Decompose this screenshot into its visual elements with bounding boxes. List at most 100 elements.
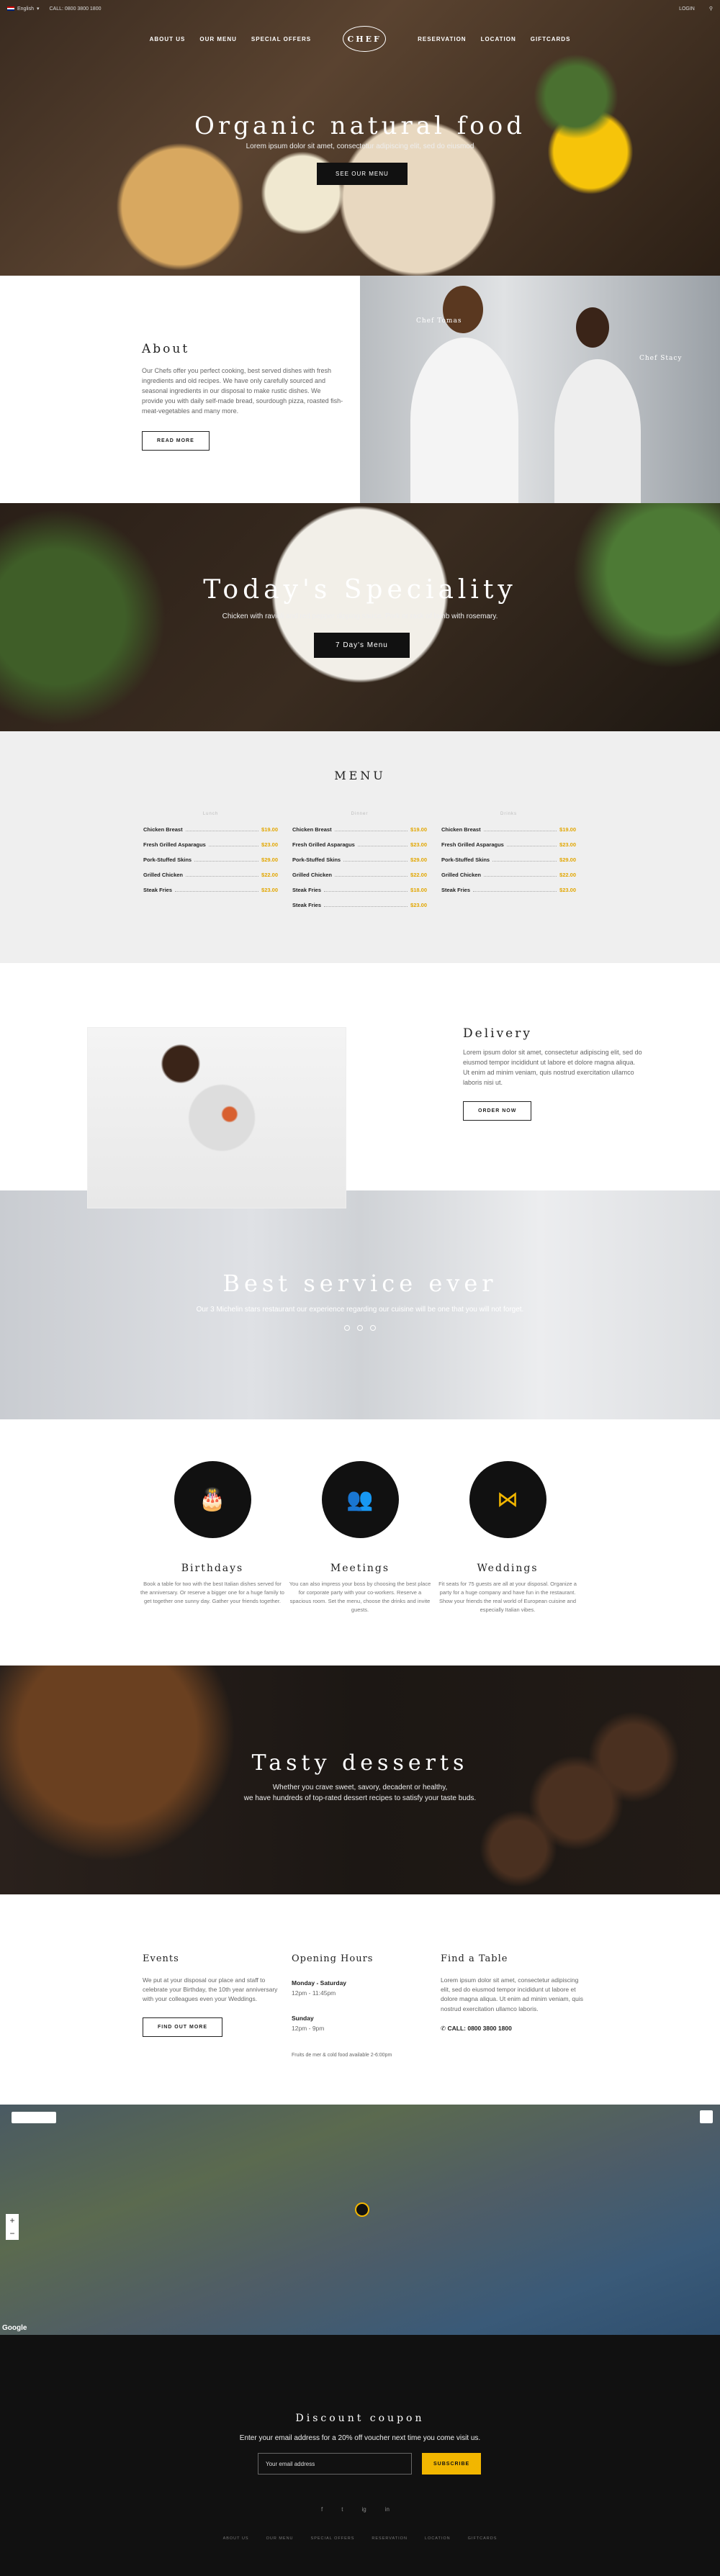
menu-item-price: $29.00 [410, 857, 427, 863]
menu-column-heading: Lunch [202, 812, 219, 816]
slider-dot[interactable] [344, 1325, 350, 1331]
google-logo: Google [2, 2324, 27, 2332]
top-phone[interactable]: CALL: 0800 3800 1800 [49, 6, 101, 12]
info-section: Events We put at your disposal our place… [0, 1894, 720, 2105]
menu-item-name: Chicken Breast [441, 826, 481, 833]
menu-item-dots [343, 861, 408, 862]
desserts-line-1: Whether you crave sweet, savory, decaden… [272, 1784, 448, 1791]
map-section[interactable]: + − Google [0, 2105, 720, 2335]
chevron-down-icon: ▾ [36, 6, 40, 12]
zoom-controls: + − [6, 2214, 19, 2240]
menu-item-name: Grilled Chicken [292, 872, 333, 878]
login-link[interactable]: LOGIN [679, 6, 695, 12]
service-title: Weddings [477, 1563, 539, 1574]
social-links: f t ig in [321, 2506, 390, 2513]
find-out-more-button[interactable]: FIND OUT MORE [143, 2017, 222, 2037]
map-type-button[interactable] [12, 2112, 56, 2123]
cake-icon: 🎂 [174, 1461, 251, 1538]
menu-item-name: Grilled Chicken [143, 872, 184, 878]
menu-item-name: Fresh Grilled Asparagus [292, 841, 355, 848]
menu-item-name: Chicken Breast [292, 826, 332, 833]
menu-item: Chicken Breast $19.00 [441, 826, 576, 833]
menu-item-price: $29.00 [261, 857, 278, 863]
events-text: We put at your disposal our place and st… [143, 1976, 278, 2003]
search-icon[interactable]: ⚲ [709, 6, 713, 12]
table-column: Find a Table Lorem ipsum dolor sit amet,… [441, 1953, 585, 2033]
footer-link[interactable]: LOCATION [425, 2536, 451, 2541]
seven-day-menu-button[interactable]: 7 Day's Menu [314, 633, 410, 658]
menu-item: Fresh Grilled Asparagus $23.00 [143, 841, 278, 848]
menu-item-price: $23.00 [559, 841, 576, 848]
service-title: Meetings [330, 1563, 390, 1574]
subscribe-button[interactable]: SUBSCRIBE [422, 2453, 482, 2475]
menu-item-dots [194, 861, 259, 862]
slider-dots [344, 1325, 376, 1331]
menu-item-name: Pork-Stuffed Skins [441, 857, 490, 863]
nav-reservation[interactable]: RESERVATION [418, 36, 466, 42]
hero-section: English ▾ CALL: 0800 3800 1800 LOGIN ⚲ A… [0, 0, 720, 276]
menu-item-price: $19.00 [559, 826, 576, 833]
language-label: English [17, 6, 34, 12]
menu-item-dots [324, 891, 408, 892]
nav-special-offers[interactable]: SPECIAL OFFERS [251, 36, 311, 42]
footer-link[interactable]: OUR MENU [266, 2536, 294, 2541]
hours-note: Fruits de mer & cold food available 2-6:… [292, 2053, 392, 2058]
slider-dot[interactable] [357, 1325, 363, 1331]
menu-title: MENU [334, 769, 386, 782]
hero-title: Organic natural food [194, 112, 526, 140]
footer-link[interactable]: GIFTCARDS [468, 2536, 498, 2541]
map-pin-icon[interactable] [355, 2202, 369, 2217]
nav-our-menu[interactable]: OUR MENU [199, 36, 237, 42]
footer-link[interactable]: SPECIAL OFFERS [311, 2536, 355, 2541]
menu-item-price: $19.00 [261, 826, 278, 833]
footer-link[interactable]: RESERVATION [372, 2536, 408, 2541]
menu-item: Pork-Stuffed Skins $29.00 [143, 857, 278, 863]
site-logo[interactable]: CHEF [343, 26, 387, 52]
order-now-button[interactable]: ORDER NOW [463, 1101, 532, 1121]
zoom-in-icon[interactable]: + [6, 2214, 19, 2227]
fullscreen-icon[interactable] [700, 2110, 713, 2123]
events-title: Events [143, 1953, 179, 1964]
nav-location[interactable]: LOCATION [481, 36, 516, 42]
menu-item-price: $23.00 [261, 887, 278, 893]
table-phone[interactable]: CALL: 0800 3800 1800 [448, 2025, 512, 2032]
nav-about-us[interactable]: ABOUT US [150, 36, 186, 42]
menu-item-price: $23.00 [261, 841, 278, 848]
speciality-title: Today's Speciality [203, 575, 517, 605]
footer-nav: ABOUT US OUR MENU SPECIAL OFFERS RESERVA… [0, 2536, 720, 2541]
email-input[interactable] [258, 2453, 412, 2475]
nav-giftcards[interactable]: GIFTCARDS [531, 36, 571, 42]
menu-item-dots [484, 876, 557, 877]
menu-item-name: Fresh Grilled Asparagus [441, 841, 504, 848]
instagram-icon[interactable]: ig [361, 2506, 366, 2513]
subscribe-form: SUBSCRIBE [258, 2453, 482, 2475]
slider-dot[interactable] [370, 1325, 376, 1331]
see-menu-button[interactable]: SEE OUR MENU [317, 163, 408, 185]
menu-item: Chicken Breast $19.00 [143, 826, 278, 833]
twitter-icon[interactable]: t [341, 2506, 343, 2513]
menu-item: Steak Fries $23.00 [143, 887, 278, 893]
meeting-icon: 👥 [321, 1461, 399, 1538]
about-title: About [142, 342, 190, 356]
menu-item-name: Grilled Chicken [441, 872, 482, 878]
logo-text: CHEF [347, 34, 382, 44]
menu-item-name: Pork-Stuffed Skins [143, 857, 192, 863]
menu-item-price: $22.00 [261, 872, 278, 878]
menu-item-dots [473, 891, 557, 892]
menu-item-name: Fresh Grilled Asparagus [143, 841, 206, 848]
facebook-icon[interactable]: f [321, 2506, 323, 2513]
about-text: Our Chefs offer you perfect cooking, bes… [142, 367, 343, 415]
footer-link[interactable]: ABOUT US [223, 2536, 249, 2541]
footer: Discount coupon Enter your email address… [0, 2335, 720, 2576]
read-more-button[interactable]: READ MORE [142, 430, 210, 451]
menu-item-price: $29.00 [559, 857, 576, 863]
service-text: You can also impress your boss by choosi… [289, 1581, 431, 1613]
linkedin-icon[interactable]: in [385, 2506, 390, 2513]
chefs-photo: Chef Tomas Chef Stacy [360, 276, 720, 503]
menu-item-price: $22.00 [410, 872, 427, 878]
delivery-section: Delivery Lorem ipsum dolor sit amet, con… [0, 963, 720, 1208]
language-selector[interactable]: English ▾ [7, 6, 39, 12]
hero-subtitle: Lorem ipsum dolor sit amet, consectetur … [246, 143, 474, 150]
menu-item-name: Steak Fries [441, 887, 471, 893]
zoom-out-icon[interactable]: − [6, 2227, 19, 2240]
